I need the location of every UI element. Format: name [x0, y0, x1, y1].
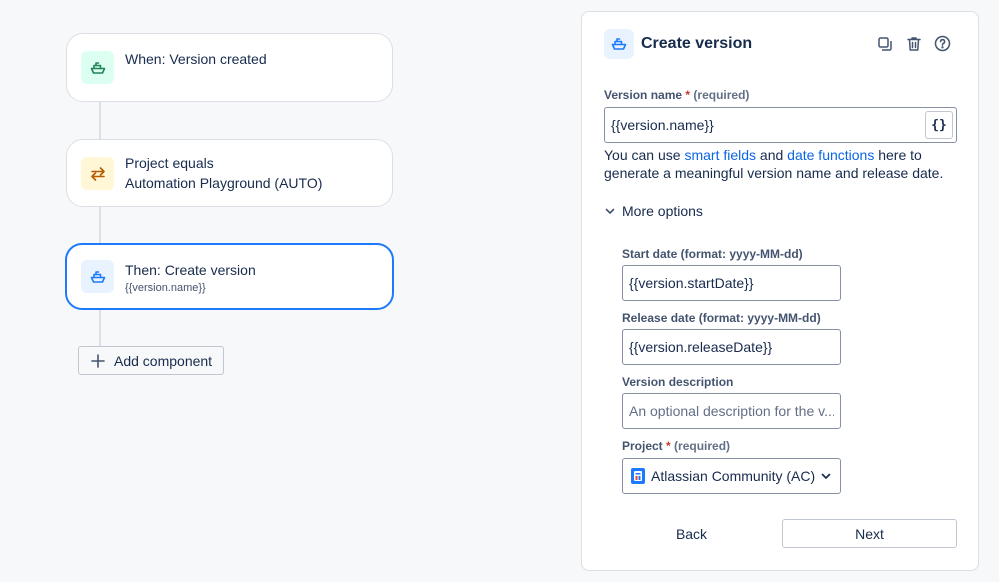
add-component-button[interactable]: Add component [78, 346, 224, 375]
node-title: Then: Create version [125, 262, 256, 278]
project-select-value: Atlassian Community (AC) [651, 468, 816, 484]
trigger-node[interactable]: When: Version created [66, 33, 393, 102]
node-subtitle: {{version.name}} [125, 282, 206, 294]
header-actions [875, 34, 952, 53]
required-star: * [685, 88, 691, 102]
required-star: * [666, 439, 671, 453]
smart-fields-link[interactable]: smart fields [684, 147, 756, 163]
back-button[interactable]: Back [644, 519, 739, 548]
version-name-input[interactable]: {{version.name}} [604, 107, 957, 143]
more-options-label: More options [622, 203, 703, 219]
node-subtitle: Automation Playground (AUTO) [125, 175, 323, 191]
trash-icon[interactable] [904, 34, 923, 53]
release-date-input[interactable]: {{version.releaseDate}} [622, 329, 841, 365]
date-functions-link[interactable]: date functions [787, 147, 874, 163]
required-text: (required) [693, 88, 750, 102]
condition-node[interactable]: Project equals Automation Playground (AU… [66, 139, 393, 207]
help-text-part: You can use [604, 147, 685, 163]
required-text: (required) [674, 439, 731, 453]
connector-line [99, 101, 101, 140]
next-button[interactable]: Next [782, 519, 957, 548]
smart-value-button[interactable]: {} [925, 111, 953, 139]
release-date-label: Release date (format: yyyy-MM-dd) [622, 311, 821, 325]
node-title: Project equals [125, 155, 214, 171]
swap-arrows-icon [81, 157, 114, 190]
start-date-value: {{version.startDate}} [629, 275, 754, 291]
release-date-value: {{version.releaseDate}} [629, 339, 773, 355]
version-description-label: Version description [622, 375, 734, 389]
ship-icon [81, 51, 114, 84]
more-options-toggle[interactable]: More options [604, 203, 703, 219]
plus-icon [91, 353, 105, 368]
project-select[interactable]: Atlassian Community (AC) [622, 458, 841, 494]
panel-title: Create version [641, 35, 753, 52]
help-icon[interactable] [933, 34, 952, 53]
version-name-value: {{version.name}} [611, 117, 714, 133]
start-date-input[interactable]: {{version.startDate}} [622, 265, 841, 301]
version-name-label-text: Version name [604, 88, 683, 102]
duplicate-icon[interactable] [875, 34, 894, 53]
connector-line [99, 206, 101, 244]
chevron-down-icon [604, 205, 616, 217]
ship-icon [81, 260, 114, 293]
panel-header: Create version [604, 29, 752, 59]
config-panel: Create version Version name * (required)… [581, 11, 979, 571]
ship-icon [604, 29, 634, 59]
project-avatar-icon [631, 468, 645, 484]
action-node[interactable]: Then: Create version {{version.name}} [65, 243, 394, 310]
chevron-down-icon [820, 470, 832, 482]
node-title: When: Version created [125, 51, 267, 67]
add-component-label: Add component [114, 352, 213, 369]
help-text: You can use smart fields and date functi… [604, 146, 954, 182]
start-date-label: Start date (format: yyyy-MM-dd) [622, 247, 803, 261]
project-label-text: Project [622, 439, 663, 453]
project-label: Project * (required) [622, 439, 730, 453]
help-text-part: and [756, 147, 788, 163]
connector-line [99, 309, 101, 346]
version-description-input[interactable] [622, 393, 841, 429]
version-name-label: Version name * (required) [604, 88, 749, 102]
